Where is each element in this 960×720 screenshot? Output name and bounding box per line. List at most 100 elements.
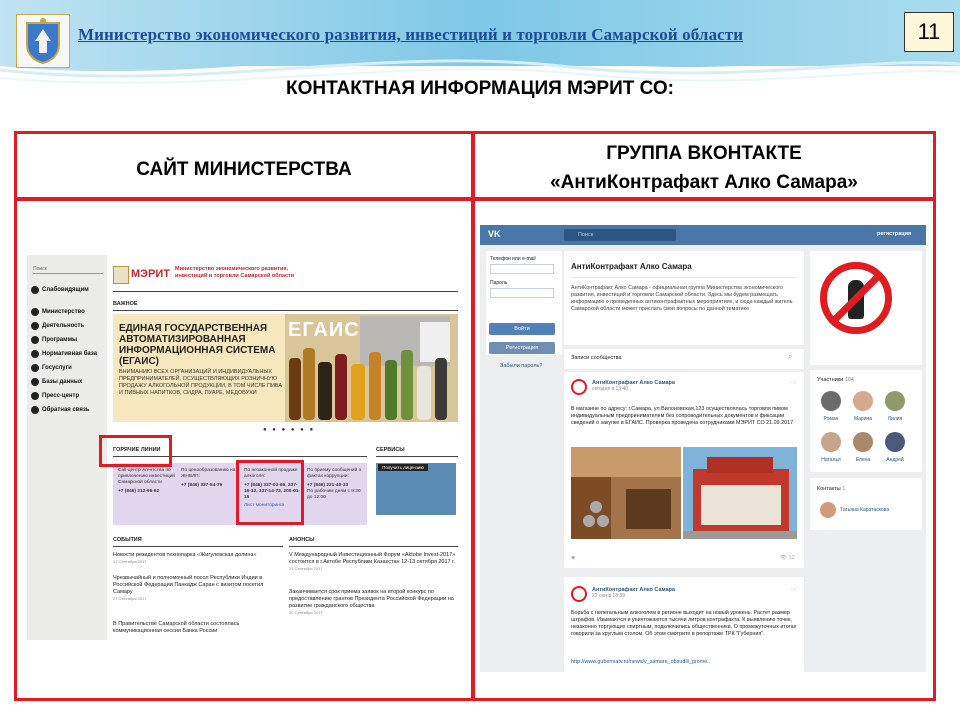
shop-exterior-photo[interactable] — [683, 447, 797, 539]
divider — [289, 546, 458, 547]
avatar[interactable] — [821, 391, 841, 411]
group-name: АнтиКонтрафакт Алко Самара — [571, 262, 692, 271]
post-header: АнтиКонтрафакт Алко Самара сегодня в 13:… — [592, 380, 675, 392]
hot-lines-highlight — [99, 435, 172, 467]
no-alcohol-icon — [820, 262, 892, 334]
like-icon[interactable]: ♥ — [571, 555, 575, 562]
avatar[interactable] — [853, 432, 873, 452]
bullet-icon — [31, 406, 39, 414]
bullet-icon — [31, 378, 39, 386]
site-menu-item[interactable]: Пресс-центр — [31, 392, 79, 400]
password-label: Пароль — [490, 280, 508, 286]
get-license-button[interactable]: Получить лицензию — [378, 464, 428, 471]
member-name[interactable]: Елена — [848, 457, 878, 463]
site-search[interactable]: Поиск — [33, 266, 103, 274]
password-field[interactable] — [490, 288, 554, 298]
avatar[interactable] — [853, 391, 873, 411]
ministry-site-screenshot: Поиск Слабовидящим Министерство Деятельн… — [27, 255, 462, 640]
alcohol-line-highlight — [236, 460, 304, 525]
post-text: В магазине по адресу: г.Самара, ул.Вилон… — [571, 406, 794, 426]
site-menu-item[interactable]: Программы — [31, 336, 77, 344]
login-button[interactable]: Войти — [489, 323, 555, 335]
site-column-title: САЙТ МИНИСТЕРСТВА — [136, 159, 352, 180]
login-label: Телефон или e-mail — [490, 256, 536, 262]
member-name[interactable]: Наталья — [816, 457, 846, 463]
vk-column-title-2: «АнтиКонтрафакт Алко Самара» — [550, 172, 858, 193]
bullet-icon — [31, 322, 39, 330]
member-name[interactable]: Лилия — [880, 416, 910, 422]
egais-logo: ЕГАИС — [288, 319, 360, 341]
event-item[interactable]: Чрезвычайный и полномочный посол Республ… — [113, 575, 279, 603]
event-item[interactable]: В Правительстве Самарской области состоя… — [113, 621, 279, 635]
avatar[interactable] — [820, 502, 836, 518]
ministry-link[interactable]: Министерство экономического развития, ин… — [78, 25, 743, 45]
bullet-icon — [31, 336, 39, 344]
post-date: сегодня в 13:40 — [592, 386, 628, 392]
shop-interior-photo[interactable] — [571, 447, 681, 539]
site-menu-item[interactable]: Нормативная база — [31, 350, 97, 358]
contact-name[interactable]: Татьяна Каратаскова — [840, 507, 889, 513]
announcement-item[interactable]: V Международный Инвестиционный Форум «Ak… — [289, 552, 457, 573]
event-item[interactable]: Новости резидентов технопарка «Жигулевск… — [113, 552, 279, 566]
site-menu-item[interactable]: Обратная связь — [31, 406, 90, 414]
header-divider — [14, 197, 936, 201]
register-button[interactable]: Регистрация — [489, 342, 555, 354]
divider — [571, 277, 797, 278]
avatar[interactable] — [885, 432, 905, 452]
contacts-heading: Контакты 1 — [817, 486, 846, 492]
forgot-password-link[interactable]: Забыли пароль? — [500, 363, 542, 369]
site-menu-item[interactable]: Базы данных — [31, 378, 82, 386]
announcements-heading: АНОНСЫ — [289, 537, 315, 543]
events-heading: СОБЫТИЯ — [113, 537, 142, 543]
group-avatar-icon[interactable] — [571, 379, 587, 395]
avatar[interactable] — [821, 432, 841, 452]
more-icon[interactable]: ··· — [790, 379, 797, 386]
divider — [376, 456, 458, 457]
coat-of-arms-icon — [16, 14, 70, 68]
vk-group-screenshot: VK Поиск регистрация Телефон или e-mail … — [480, 225, 926, 672]
site-sidebar: Поиск Слабовидящим Министерство Деятельн… — [27, 255, 107, 640]
site-ministry-name: Министерство экономического развития, ин… — [175, 266, 295, 279]
important-heading: ВАЖНОЕ — [113, 301, 138, 307]
post-date: 22 сен в 18:39 — [592, 593, 625, 599]
search-icon[interactable]: ⌕ — [788, 352, 792, 362]
bullet-icon — [31, 286, 39, 294]
banner-title: ЕДИНАЯ ГОСУДАРСТВЕННАЯ АВТОМАТИЗИРОВАННА… — [119, 323, 276, 367]
site-menu-item[interactable]: Госуслуги — [31, 364, 72, 372]
site-menu-item[interactable]: Деятельность — [31, 322, 84, 330]
vk-column-title-1: ГРУППА ВКОНТАКТЕ — [606, 143, 802, 164]
post-link[interactable]: http://www.guberniatv.ru/news/v_samare_o… — [571, 659, 710, 665]
vk-login-card: Телефон или e-mail Пароль — [486, 251, 562, 355]
avatar[interactable] — [885, 391, 905, 411]
group-description: АнтиКонтрафакт Алко Самара - официальная… — [571, 285, 793, 312]
login-field[interactable] — [490, 264, 554, 274]
divider — [113, 291, 458, 292]
vk-logo-icon[interactable]: VK — [488, 229, 504, 241]
post-header: АнтиКонтрафакт Алко Самара 22 сен в 18:3… — [592, 587, 675, 599]
hot-line: По приему сообщений о фактах коррупции: +… — [307, 468, 362, 500]
hot-line: Call-центр Агентства по привлечению инве… — [118, 468, 175, 494]
vk-search-input[interactable]: Поиск — [564, 229, 676, 241]
egais-banner[interactable]: ЕГАИС ЕДИНАЯ ГОСУДАРСТВЕННАЯ АВТОМАТИЗИР… — [113, 314, 458, 422]
posts-tab[interactable]: Записи сообщества — [571, 355, 622, 361]
member-name[interactable]: Марина — [848, 416, 878, 422]
member-name[interactable]: Андрей — [880, 457, 910, 463]
site-logo-text[interactable]: МЭРИТ — [131, 268, 170, 280]
site-menu-item[interactable]: Слабовидящим — [31, 286, 89, 294]
vk-register-link[interactable]: регистрация — [877, 231, 911, 237]
site-menu-item[interactable]: Министерство — [31, 308, 85, 316]
divider — [113, 310, 458, 311]
page-number: 11 — [904, 12, 954, 52]
announcement-item[interactable]: Заканчивается срок приема заявок на втор… — [289, 589, 457, 617]
member-name[interactable]: Роман — [816, 416, 846, 422]
more-icon[interactable]: ··· — [790, 586, 797, 593]
bullet-icon — [31, 308, 39, 316]
bullet-icon — [31, 350, 39, 358]
banner-subtitle: ВНИМАНИЮ ВСЕХ ОРГАНИЗАЦИЙ И ИНДИВИДУАЛЬН… — [119, 369, 283, 396]
divider — [113, 546, 283, 547]
carousel-dots[interactable]: ● ● ● ● ● ● — [263, 427, 315, 433]
views-count: 👁 12 — [780, 555, 795, 561]
hot-line: По ценообразованию на ЖНВЛП: +7 (846) 337… — [181, 468, 236, 488]
page-title: КОНТАКТНАЯ ИНФОРМАЦИЯ МЭРИТ СО: — [285, 78, 674, 99]
group-avatar-icon[interactable] — [571, 586, 587, 602]
